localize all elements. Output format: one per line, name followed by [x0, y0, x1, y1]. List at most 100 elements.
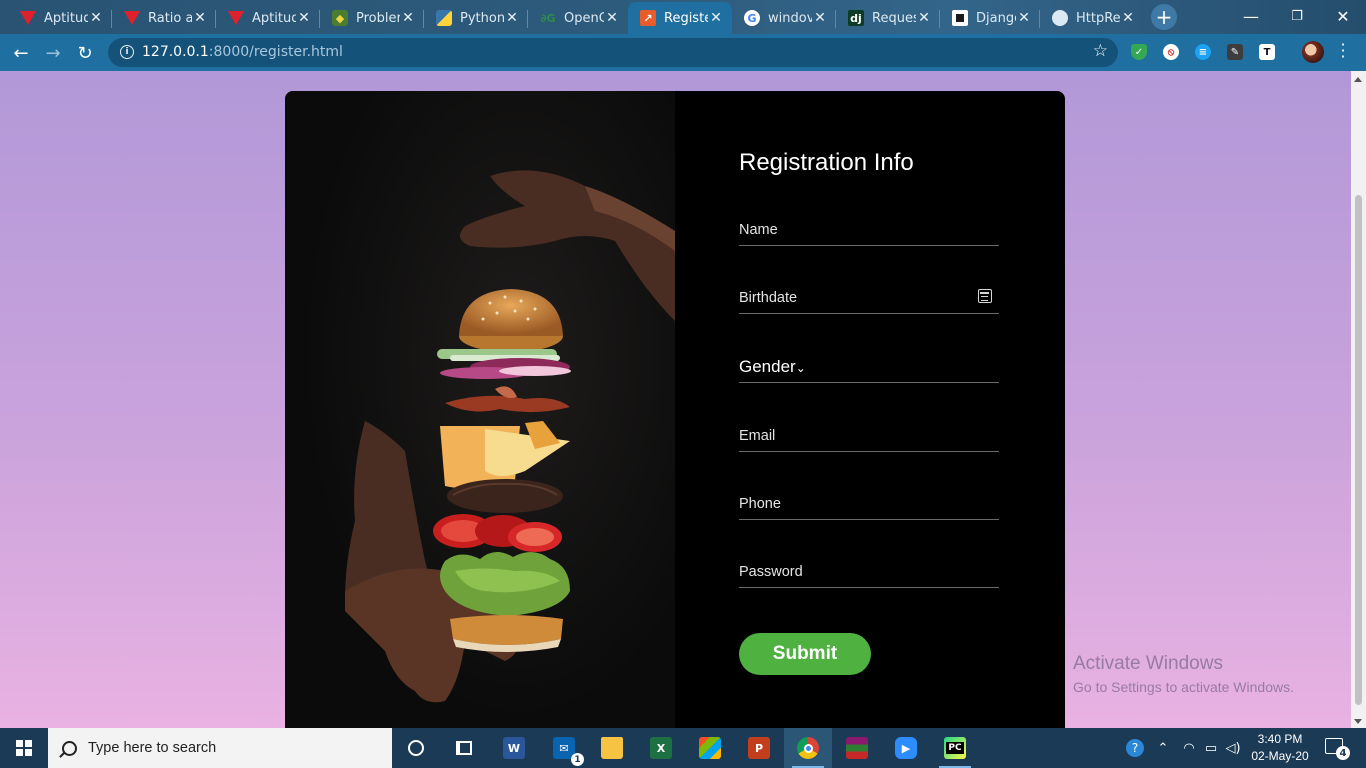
tab-title: Python	[460, 10, 504, 26]
system-clock[interactable]: 3:40 PM 02-May-20	[1245, 731, 1315, 765]
scrollbar-thumb[interactable]	[1355, 195, 1362, 705]
close-icon[interactable]: ✕	[916, 10, 932, 26]
submit-button[interactable]: Submit	[739, 633, 871, 675]
chevron-down-icon: ⌄	[795, 361, 806, 375]
django-icon: dj	[848, 10, 864, 26]
py-icon: ◆	[332, 10, 348, 26]
pdf-extension-icon[interactable]: ✎	[1227, 44, 1243, 60]
mail-icon[interactable]: ✉ 1	[540, 728, 588, 768]
tab-title: Djangc	[976, 10, 1016, 26]
close-icon[interactable]: ✕	[504, 10, 520, 26]
close-icon[interactable]: ✕	[708, 10, 724, 26]
help-icon[interactable]: ?	[1122, 728, 1148, 768]
file-explorer-icon[interactable]	[588, 728, 636, 768]
wifi-icon[interactable]: ◠	[1178, 728, 1200, 768]
password-input[interactable]	[739, 558, 999, 586]
close-icon[interactable]: ✕	[88, 10, 104, 26]
close-icon[interactable]: ✕	[296, 10, 312, 26]
tab-aptitude-1[interactable]: Aptitud ✕	[8, 2, 112, 34]
v-icon	[124, 10, 140, 26]
profile-avatar[interactable]	[1302, 41, 1324, 63]
taskbar-search[interactable]: Type here to search	[48, 728, 392, 768]
tab-title: Registe	[664, 10, 708, 26]
pycharm-icon[interactable]: PC	[931, 728, 979, 768]
password-field	[739, 558, 999, 588]
minimize-icon[interactable]: —	[1228, 0, 1274, 32]
url-text[interactable]: 127.0.0.1:8000/register.html	[142, 44, 343, 60]
address-bar[interactable]: i 127.0.0.1:8000/register.html ☆	[108, 38, 1118, 67]
menu-kebab-icon[interactable]: · · ·	[1338, 37, 1348, 65]
name-input[interactable]	[739, 216, 999, 244]
excel-icon[interactable]: X	[637, 728, 685, 768]
google-icon: G	[744, 10, 760, 26]
tab-title: Aptitud	[252, 10, 296, 26]
django-docs-icon	[952, 10, 968, 26]
close-icon[interactable]: ✕	[1016, 10, 1032, 26]
t-extension-icon[interactable]: T	[1259, 44, 1275, 60]
v-icon	[20, 10, 36, 26]
scroll-down-icon[interactable]	[1354, 719, 1362, 724]
tab-request[interactable]: dj Reques ✕	[836, 2, 940, 34]
tab-aptitude-2[interactable]: Aptitud ✕	[216, 2, 320, 34]
bookmark-star-icon[interactable]: ☆	[1093, 41, 1108, 61]
tab-windows[interactable]: G windov ✕	[732, 2, 836, 34]
close-window-icon[interactable]: ✕	[1320, 0, 1366, 32]
clock-time: 3:40 PM	[1257, 732, 1303, 746]
tab-title: Ratio a	[148, 10, 192, 26]
site-info-icon[interactable]: i	[120, 45, 134, 59]
shield-extension-icon[interactable]: ✓	[1131, 44, 1147, 60]
tab-ratio[interactable]: Ratio a ✕	[112, 2, 216, 34]
form-title: Registration Info	[739, 149, 914, 176]
email-field	[739, 422, 999, 452]
tab-register[interactable]: ↗ Registe ✕	[628, 2, 732, 34]
page-scrollbar[interactable]	[1351, 71, 1366, 728]
word-icon[interactable]: W	[490, 728, 538, 768]
winrar-icon[interactable]	[833, 728, 881, 768]
phone-input[interactable]	[739, 490, 999, 518]
email-input[interactable]	[739, 422, 999, 450]
close-icon[interactable]: ✕	[812, 10, 828, 26]
battery-icon[interactable]: ▭	[1200, 728, 1222, 768]
gender-select[interactable]: Gender⌄	[739, 353, 999, 381]
cortana-icon[interactable]	[392, 728, 440, 768]
zoom-icon[interactable]: ▶	[882, 728, 930, 768]
close-icon[interactable]: ✕	[400, 10, 416, 26]
volume-icon[interactable]: ◁)	[1222, 728, 1244, 768]
activate-windows-watermark: Activate Windows Go to Settings to activ…	[1073, 653, 1294, 695]
tab-problem[interactable]: ◆ Probler ✕	[320, 2, 424, 34]
close-icon[interactable]: ✕	[192, 10, 208, 26]
tab-opengl[interactable]: ∂G OpenG ✕	[528, 2, 628, 34]
registration-card: Registration Info Gender⌄ Submit	[285, 91, 1065, 728]
new-tab-button[interactable]: +	[1151, 4, 1177, 30]
task-view-icon[interactable]	[440, 728, 488, 768]
tab-strip: Aptitud ✕ Ratio a ✕ Aptitud ✕ ◆ Probler …	[0, 0, 1366, 34]
back-arrow-icon[interactable]: ←	[6, 38, 36, 68]
block-extension-icon[interactable]: ⦸	[1163, 44, 1179, 60]
forward-arrow-icon[interactable]: →	[38, 38, 68, 68]
scroll-up-icon[interactable]	[1354, 77, 1362, 82]
tab-django[interactable]: Djangc ✕	[940, 2, 1040, 34]
tab-title: Probler	[356, 10, 400, 26]
calendar-icon[interactable]	[978, 289, 992, 303]
powerpoint-icon[interactable]: P	[735, 728, 783, 768]
start-button[interactable]	[0, 728, 48, 768]
chrome-icon[interactable]	[784, 728, 832, 768]
birthdate-field	[739, 284, 999, 314]
gender-field[interactable]: Gender⌄	[739, 353, 999, 383]
chat-extension-icon[interactable]: ≡	[1195, 44, 1211, 60]
birthdate-input[interactable]	[739, 284, 999, 312]
close-icon[interactable]: ✕	[1120, 10, 1136, 26]
close-icon[interactable]: ✕	[604, 10, 620, 26]
reload-icon[interactable]: ↻	[70, 38, 100, 68]
search-icon	[62, 740, 77, 756]
notification-icon[interactable]: 4	[1325, 738, 1350, 760]
tab-httprequest[interactable]: HttpRe ✕	[1040, 2, 1144, 34]
restore-icon[interactable]: ❐	[1274, 0, 1320, 32]
tab-python[interactable]: Python ✕	[424, 2, 528, 34]
registration-icon: ↗	[640, 10, 656, 26]
notification-count: 4	[1336, 746, 1350, 760]
tray-chevron-icon[interactable]: ⌃	[1152, 728, 1174, 768]
burger-photo	[285, 91, 675, 728]
browser-toolbar: ← → ↻ i 127.0.0.1:8000/register.html ☆	[0, 34, 1366, 71]
store-icon[interactable]	[686, 728, 734, 768]
